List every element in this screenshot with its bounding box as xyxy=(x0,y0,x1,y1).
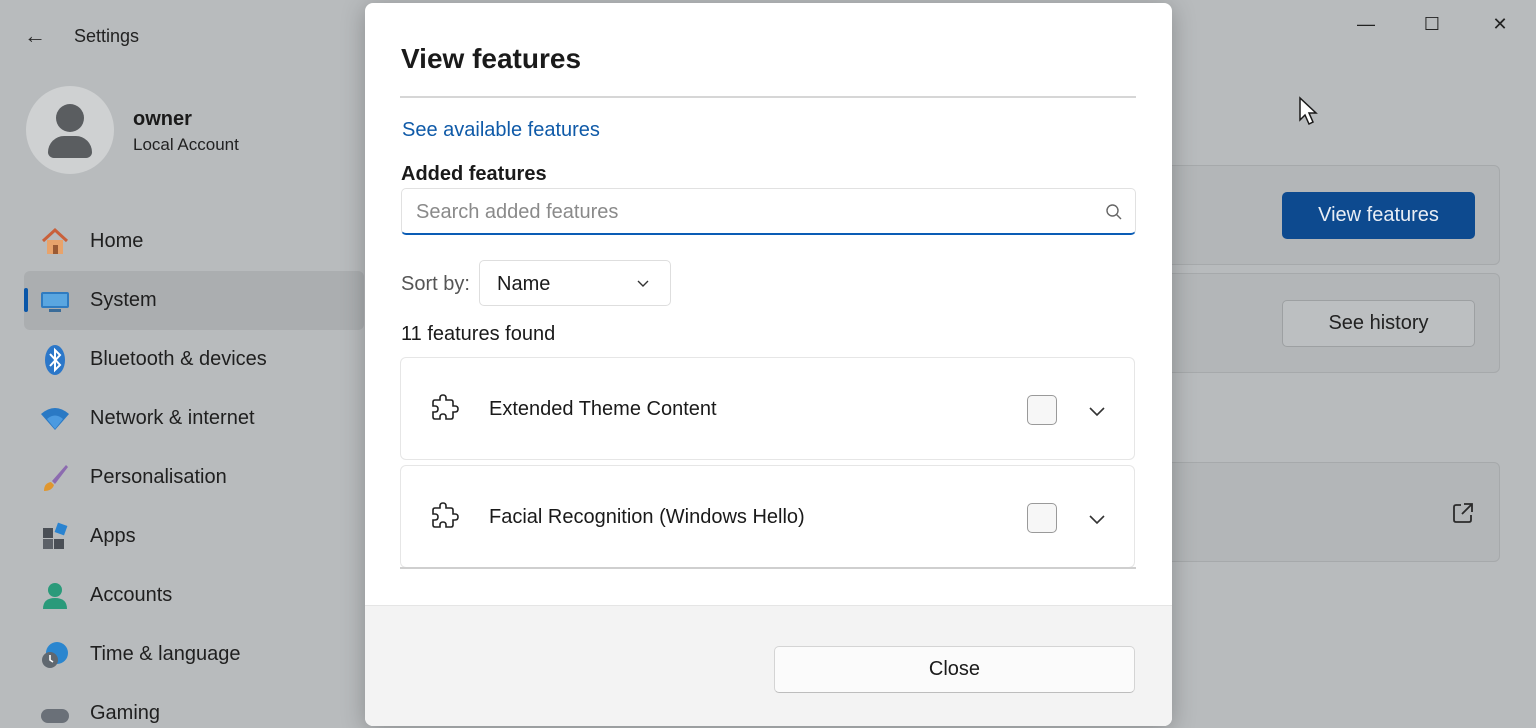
sidebar-item-label: Home xyxy=(90,230,144,252)
apps-icon xyxy=(38,522,72,552)
dialog-footer: Close xyxy=(365,605,1172,726)
view-features-dialog: View features See available features Add… xyxy=(365,3,1172,726)
bluetooth-icon xyxy=(38,344,72,375)
list-item[interactable]: Extended Theme Content xyxy=(400,357,1135,460)
sort-selected-value: Name xyxy=(497,273,551,295)
close-window-button[interactable]: ✕ xyxy=(1478,10,1522,38)
sidebar-item-accounts[interactable]: Accounts xyxy=(24,566,364,625)
back-button[interactable]: ← xyxy=(20,22,50,50)
dialog-title: View features xyxy=(401,43,582,74)
sidebar-item-bluetooth[interactable]: Bluetooth & devices xyxy=(24,330,364,389)
sidebar-item-label: Network & internet xyxy=(90,407,255,429)
wifi-icon xyxy=(38,404,72,434)
feature-checkbox[interactable] xyxy=(1027,503,1057,533)
maximize-button[interactable]: ☐ xyxy=(1410,10,1454,38)
sidebar-item-label: Accounts xyxy=(90,584,173,606)
sidebar-item-label: Gaming xyxy=(90,702,161,724)
sidebar-item-label: Bluetooth & devices xyxy=(90,348,267,370)
sidebar-item-personalisation[interactable]: Personalisation xyxy=(24,448,364,507)
avatar-head xyxy=(56,104,84,132)
related-link-card[interactable] xyxy=(1160,462,1500,562)
sidebar-item-network[interactable]: Network & internet xyxy=(24,389,364,448)
avatar[interactable] xyxy=(26,86,114,174)
sidebar-item-label: Apps xyxy=(90,525,136,547)
puzzle-icon xyxy=(429,502,459,532)
search-input[interactable] xyxy=(416,197,1076,227)
sidebar-item-label: Time & language xyxy=(90,643,241,665)
sort-dropdown[interactable]: Name xyxy=(479,260,671,306)
close-button[interactable]: Close xyxy=(774,646,1135,693)
sidebar-item-time-language[interactable]: Time & language xyxy=(24,625,364,684)
chevron-down-icon[interactable] xyxy=(1086,400,1108,422)
avatar-body xyxy=(48,136,92,158)
sidebar-item-home[interactable]: Home xyxy=(24,212,364,271)
chevron-down-icon xyxy=(636,277,650,291)
puzzle-icon xyxy=(429,394,459,424)
globe-clock-icon xyxy=(38,640,72,670)
gamepad-icon xyxy=(38,699,72,728)
profile-account-type: Local Account xyxy=(133,135,239,154)
view-features-button[interactable]: View features xyxy=(1282,192,1475,239)
search-box[interactable] xyxy=(401,188,1136,235)
sidebar-item-gaming[interactable]: Gaming xyxy=(24,684,364,728)
added-features-heading: Added features xyxy=(401,163,547,185)
see-available-features-link[interactable]: See available features xyxy=(402,119,600,142)
feature-name: Facial Recognition (Windows Hello) xyxy=(489,506,805,528)
see-history-button[interactable]: See history xyxy=(1282,300,1475,347)
feature-checkbox[interactable] xyxy=(1027,395,1057,425)
sidebar-item-apps[interactable]: Apps xyxy=(24,507,364,566)
feature-name: Extended Theme Content xyxy=(489,398,717,420)
list-item[interactable]: Facial Recognition (Windows Hello) xyxy=(400,465,1135,567)
sort-label: Sort by: xyxy=(401,273,470,295)
app-title: Settings xyxy=(74,26,140,46)
person-icon xyxy=(38,581,72,611)
feature-list: Extended Theme Content Facial Recognitio… xyxy=(400,357,1136,569)
title-divider xyxy=(400,96,1136,98)
features-found-count: 11 features found xyxy=(401,323,556,345)
search-icon[interactable] xyxy=(1105,203,1123,221)
sidebar-item-label: Personalisation xyxy=(90,466,227,488)
external-link-icon[interactable] xyxy=(1450,500,1476,526)
profile-name: owner xyxy=(133,108,192,130)
mouse-cursor-icon xyxy=(1298,96,1320,131)
system-icon xyxy=(38,286,72,316)
minimize-button[interactable]: — xyxy=(1344,10,1388,38)
home-icon xyxy=(38,227,72,257)
sidebar-nav: Home System Bluetooth & devices Network … xyxy=(24,212,364,728)
sidebar-item-system[interactable]: System xyxy=(24,271,364,330)
brush-icon xyxy=(38,463,72,493)
chevron-down-icon[interactable] xyxy=(1086,508,1108,530)
sidebar-item-label: System xyxy=(90,289,157,311)
